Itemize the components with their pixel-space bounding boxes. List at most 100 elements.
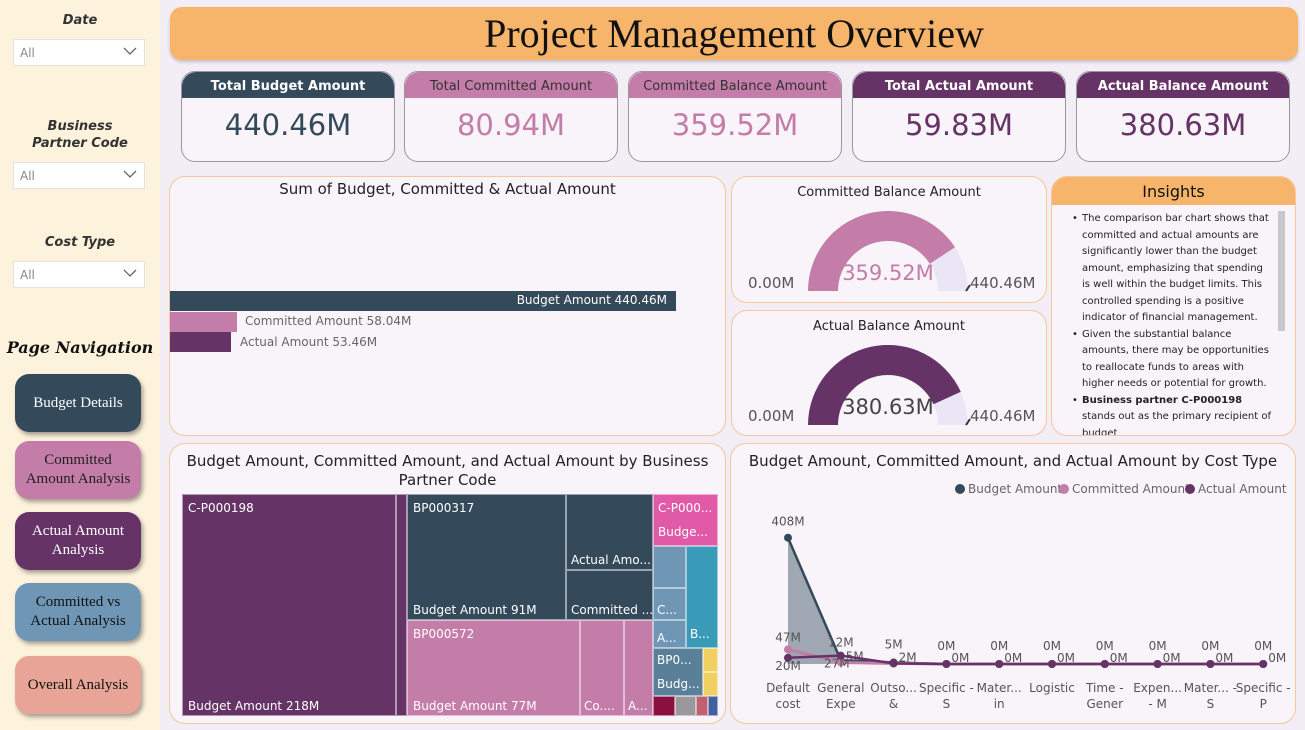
data-point[interactable] (889, 659, 898, 668)
treemap-cell-bp000572-co[interactable]: Co.... (580, 620, 624, 716)
data-point[interactable] (1048, 660, 1056, 668)
x-axis-label: Mater... in (976, 681, 1022, 711)
treemap-cell-bp000572-a[interactable]: A... (624, 620, 653, 716)
actual-bar[interactable] (170, 332, 231, 352)
page-navigation-title: Page Navigation (6, 338, 154, 357)
partner-filter-value: All (20, 169, 35, 183)
nav-committed-vs-actual-button[interactable]: Committed vs Actual Analysis (15, 583, 141, 641)
gauge-min: 0.00M (748, 274, 795, 292)
x-axis-label: Outso... & (870, 681, 917, 711)
budget-area (788, 537, 1264, 664)
kpi-actual-balance: Actual Balance Amount 380.63M (1076, 71, 1290, 162)
cell-label: Actual Amo... (571, 553, 651, 567)
kpi-total-actual: Total Actual Amount 59.83M (852, 71, 1066, 162)
treemap-cell-bp0[interactable]: BP0... Budg... (653, 648, 703, 696)
treemap-cell-tiny-4[interactable] (675, 696, 696, 716)
nav-actual-analysis-button[interactable]: Actual Amount Analysis (15, 512, 141, 570)
kpi-label: Committed Balance Amount (629, 72, 841, 98)
partner-filter-dropdown[interactable]: All (13, 162, 145, 189)
treemap-cell-small-1[interactable] (653, 546, 686, 588)
cell-label: BP000572 (413, 627, 475, 641)
treemap-cell-cp000[interactable]: C-P000... Budge... (653, 494, 718, 546)
data-point[interactable] (1206, 660, 1215, 668)
date-filter-dropdown[interactable]: All (13, 39, 145, 66)
insight-item: Business partner C-P000198 stands out as… (1072, 393, 1273, 436)
x-axis-label: Default cost (766, 681, 810, 711)
chevron-down-icon (123, 47, 137, 55)
cost-filter-dropdown[interactable]: All (13, 261, 145, 288)
data-point[interactable] (1259, 660, 1268, 668)
committed-balance-gauge: Committed Balance Amount 0.00M 359.52M 4… (731, 176, 1047, 303)
data-point[interactable] (1153, 660, 1162, 668)
date-filter-title: Date (62, 13, 98, 28)
cell-label: Committed ... (571, 603, 653, 617)
date-filter-value: All (20, 46, 35, 60)
cell-label: C... (657, 603, 677, 617)
x-axis-label: Mater... - S (1183, 681, 1237, 711)
data-point[interactable] (784, 533, 792, 542)
kpi-label: Total Committed Amount (405, 72, 617, 98)
cost-filter-title: Cost Type (44, 235, 116, 250)
treemap-cell-bp000317-actual[interactable]: Actual Amo... (566, 494, 653, 570)
cell-label: C-P000198 (188, 501, 254, 515)
x-axis-label: Expen... - M (1133, 681, 1182, 711)
nav-overall-analysis-button[interactable]: Overall Analysis (15, 656, 141, 714)
cell-label: B... (690, 627, 710, 641)
gauge-max: 440.46M (970, 274, 1036, 292)
gauge-value: 380.63M (842, 395, 934, 419)
treemap-cell-tiny-6[interactable] (708, 696, 718, 716)
data-label: 12M (828, 635, 854, 649)
data-point[interactable] (784, 645, 792, 654)
treemap-cell-cp000198-sub[interactable] (396, 494, 407, 716)
treemap-cell-tiny-3[interactable] (653, 696, 675, 716)
treemap-cell-bp000317-committed[interactable]: Committed ... (566, 570, 653, 620)
kpi-value: 380.63M (1119, 108, 1247, 142)
budget-bar-label: Budget Amount 440.46M (516, 293, 667, 307)
cell-label: Budget Amount 77M (413, 699, 537, 713)
data-point[interactable] (942, 660, 951, 668)
data-label: 5M (885, 637, 903, 651)
kpi-committed-balance: Committed Balance Amount 359.52M (628, 71, 842, 162)
data-point[interactable] (1100, 660, 1109, 668)
sum-bar-chart: Sum of Budget, Committed & Actual Amount… (169, 176, 726, 436)
data-label: 47M (775, 630, 801, 644)
gauge-title: Committed Balance Amount (797, 185, 981, 200)
treemap-cell-small-c[interactable]: C... (653, 588, 686, 620)
treemap-cell-small-b[interactable]: B... (686, 546, 718, 648)
data-point[interactable] (995, 660, 1004, 668)
data-label: 408M (771, 515, 804, 529)
treemap-cell-tiny-1[interactable] (703, 648, 718, 672)
kpi-value: 359.52M (671, 108, 799, 142)
treemap-cell-small-a[interactable]: A... (653, 620, 686, 648)
treemap-cell-bp000317[interactable]: BP000317 Budget Amount 91M (407, 494, 566, 620)
nav-budget-details-button[interactable]: Budget Details (15, 374, 141, 432)
cost-filter-value: All (20, 268, 35, 282)
x-axis-label: Logistic (1029, 681, 1075, 695)
cell-label: BP000317 (413, 501, 475, 515)
kpi-label: Actual Balance Amount (1077, 72, 1289, 98)
series-line-0[interactable] (786, 537, 1264, 666)
insights-title: Insights (1052, 177, 1295, 205)
cell-label: BP0... (657, 653, 692, 667)
cell-label: Budget Amount 218M (188, 699, 320, 713)
committed-bar-label: Committed Amount 58.04M (245, 314, 412, 328)
cost-type-line-chart: Budget Amount, Committed Amount, and Act… (730, 443, 1296, 724)
treemap-cell-tiny-5[interactable] (696, 696, 708, 716)
treemap-cell-tiny-2[interactable] (703, 672, 718, 696)
treemap-area: C-P000198 Budget Amount 218M BP000317 Bu… (182, 494, 718, 716)
insight-item: Given the substantial balance amounts, t… (1072, 327, 1273, 393)
kpi-value: 440.46M (224, 108, 352, 142)
treemap-cell-cp000198[interactable]: C-P000198 Budget Amount 218M (182, 494, 396, 716)
data-label: 27M (824, 657, 850, 671)
nav-committed-analysis-button[interactable]: Committed Amount Analysis (15, 441, 141, 499)
cell-label: A... (657, 631, 677, 645)
x-axis-label: Time - Gener (1086, 681, 1124, 711)
committed-bar[interactable] (170, 312, 237, 332)
insights-scrollbar[interactable] (1278, 211, 1285, 331)
sidebar: Date All Business Partner Code All Cost … (0, 0, 160, 730)
insights-panel: Insights The comparison bar chart shows … (1051, 176, 1296, 436)
actual-balance-gauge: Actual Balance Amount 0.00M 380.63M 440.… (731, 310, 1047, 436)
treemap-cell-bp000572[interactable]: BP000572 Budget Amount 77M (407, 620, 580, 716)
actual-bar-label: Actual Amount 53.46M (240, 335, 378, 349)
kpi-total-budget: Total Budget Amount 440.46M (181, 71, 395, 162)
